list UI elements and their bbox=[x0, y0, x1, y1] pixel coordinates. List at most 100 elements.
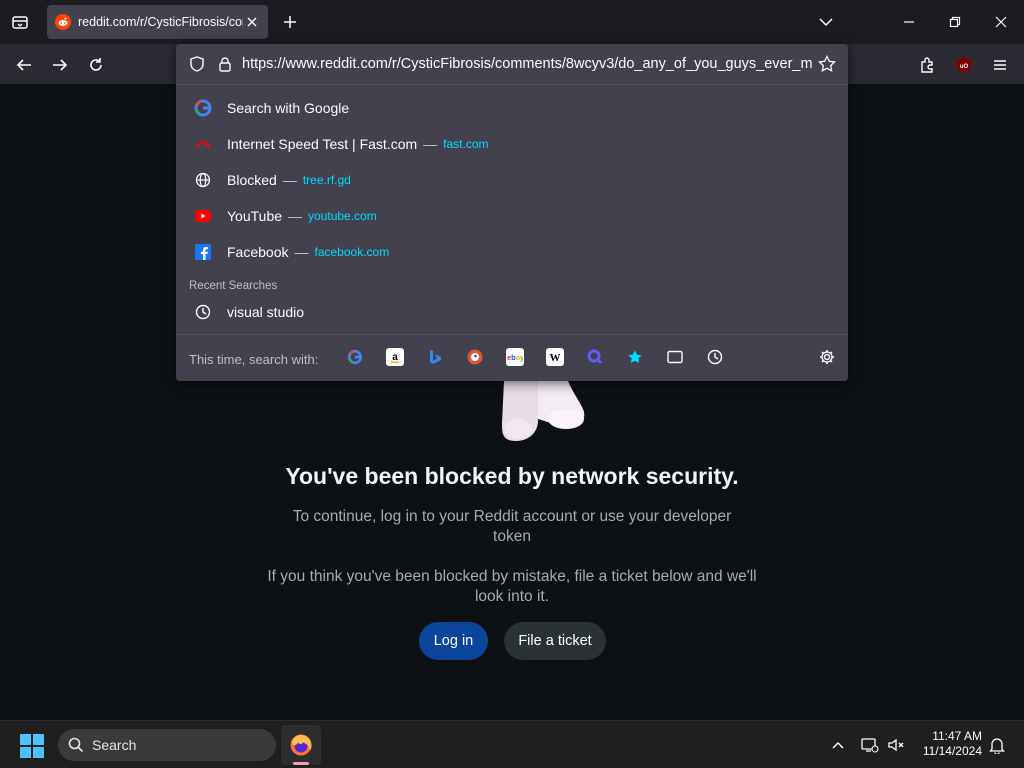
list-all-tabs-button[interactable] bbox=[816, 12, 836, 32]
forward-button[interactable] bbox=[49, 54, 71, 76]
qwant-search-icon[interactable] bbox=[586, 348, 604, 366]
search-settings-gear-icon[interactable] bbox=[818, 348, 836, 366]
svg-text:W: W bbox=[550, 352, 561, 364]
chevron-down-icon bbox=[819, 18, 833, 27]
firefox-taskbar-button[interactable] bbox=[281, 725, 321, 765]
bing-search-icon[interactable] bbox=[426, 348, 444, 366]
restore-icon bbox=[949, 16, 961, 28]
back-button[interactable] bbox=[13, 54, 35, 76]
file-ticket-button[interactable]: File a ticket bbox=[504, 622, 606, 660]
svg-text:ebay: ebay bbox=[507, 353, 523, 362]
one-off-search-label: This time, search with: bbox=[189, 352, 319, 367]
taskbar-search-box[interactable]: Search bbox=[58, 729, 276, 761]
google-search-icon[interactable] bbox=[346, 348, 364, 366]
search-icon bbox=[68, 737, 84, 753]
suggestion-fastcom[interactable]: Internet Speed Test | Fast.com — fast.co… bbox=[186, 127, 838, 161]
suggestion-title: YouTube bbox=[227, 208, 283, 224]
suggestion-label: Search with Google bbox=[227, 100, 350, 116]
show-hidden-icons-chevron-up-icon[interactable] bbox=[828, 735, 848, 755]
extensions-button[interactable] bbox=[917, 54, 939, 76]
reload-icon bbox=[90, 58, 102, 71]
wikipedia-search-icon[interactable]: W bbox=[546, 348, 564, 366]
tab-bar: reddit.com/r/CysticFibrosis/cor bbox=[0, 0, 1024, 44]
recent-search-label: visual studio bbox=[227, 304, 305, 320]
bookmark-star-icon[interactable] bbox=[818, 55, 836, 73]
suggestion-blocked[interactable]: Blocked — tree.rf.gd bbox=[186, 163, 838, 197]
firefox-icon bbox=[290, 734, 312, 756]
youtube-icon bbox=[194, 207, 212, 225]
svg-text:uO: uO bbox=[960, 64, 969, 70]
address-input[interactable] bbox=[242, 55, 812, 73]
suggestion-title: Blocked bbox=[227, 172, 277, 188]
plus-icon bbox=[284, 16, 296, 28]
restore-button[interactable] bbox=[945, 12, 965, 32]
log-in-button[interactable]: Log in bbox=[419, 622, 488, 660]
new-tab-button[interactable] bbox=[280, 12, 300, 32]
suggestion-dash: — bbox=[294, 244, 309, 260]
bookmarks-search-icon[interactable] bbox=[626, 348, 644, 366]
history-search-icon[interactable] bbox=[706, 348, 724, 366]
fastcom-icon bbox=[194, 135, 212, 153]
suggestion-url: fast.com bbox=[443, 137, 489, 151]
history-icon bbox=[194, 303, 212, 321]
close-window-button[interactable] bbox=[991, 12, 1011, 32]
windows-start-icon[interactable] bbox=[20, 734, 44, 758]
tab-list-icon bbox=[12, 16, 28, 29]
suggestion-url: facebook.com bbox=[314, 245, 390, 259]
suggestion-title: Facebook bbox=[227, 244, 289, 260]
close-icon bbox=[995, 16, 1007, 28]
clock-time: 11:47 AM bbox=[932, 729, 982, 743]
active-app-indicator bbox=[293, 762, 309, 765]
reload-button[interactable] bbox=[85, 54, 107, 76]
menu-button[interactable] bbox=[989, 54, 1011, 76]
svg-text:a: a bbox=[392, 352, 398, 363]
puzzle-icon bbox=[921, 57, 933, 73]
globe-icon bbox=[194, 171, 212, 189]
notification-bell-icon[interactable] bbox=[987, 735, 1007, 755]
urlbar-dropdown: Search with Google Internet Speed Test |… bbox=[176, 44, 848, 381]
lock-icon[interactable] bbox=[216, 55, 234, 73]
google-icon bbox=[194, 99, 212, 117]
network-monitor-icon[interactable] bbox=[860, 735, 880, 755]
search-with-google-row[interactable]: Search with Google bbox=[186, 91, 838, 125]
suggestion-dash: — bbox=[288, 208, 303, 224]
page-title: You've been blocked by network security. bbox=[285, 463, 739, 489]
minimize-button[interactable] bbox=[899, 12, 919, 32]
hamburger-icon bbox=[994, 60, 1006, 70]
suggestion-dash: — bbox=[423, 136, 438, 152]
ublock-icon: uO bbox=[957, 57, 971, 73]
tab-title: reddit.com/r/CysticFibrosis/cor bbox=[78, 15, 243, 29]
tab-list-button[interactable] bbox=[8, 10, 32, 34]
recent-searches-heading: Recent Searches bbox=[189, 280, 278, 292]
minimize-icon bbox=[904, 21, 914, 23]
divider bbox=[176, 334, 848, 335]
suggestion-url: youtube.com bbox=[308, 209, 377, 223]
volume-muted-icon[interactable] bbox=[886, 735, 906, 755]
amazon-search-icon[interactable]: a bbox=[386, 348, 404, 366]
arrow-left-icon bbox=[16, 59, 31, 71]
ebay-search-icon[interactable]: ebay bbox=[506, 348, 524, 366]
suggestion-facebook[interactable]: Facebook — facebook.com bbox=[186, 235, 838, 269]
suggestion-title: Internet Speed Test | Fast.com bbox=[227, 136, 418, 152]
tracking-protection-icon[interactable] bbox=[188, 55, 206, 73]
divider bbox=[176, 84, 848, 85]
suggestion-youtube[interactable]: YouTube — youtube.com bbox=[186, 199, 838, 233]
login-instruction-text: To continue, log in to your Reddit accou… bbox=[292, 508, 732, 545]
clock-date: 11/14/2024 bbox=[922, 744, 982, 758]
taskbar-clock[interactable]: 11:47 AM 11/14/2024 bbox=[912, 729, 982, 759]
facebook-icon bbox=[194, 243, 212, 261]
ublock-origin-button[interactable]: uO bbox=[953, 54, 975, 76]
arrow-right-icon bbox=[53, 59, 68, 71]
suggestion-dash: — bbox=[282, 172, 297, 188]
tabs-search-icon[interactable] bbox=[666, 348, 684, 366]
suggestion-url: tree.rf.gd bbox=[302, 173, 351, 187]
ticket-instruction-text: If you think you've been blocked by mist… bbox=[267, 568, 757, 605]
reddit-mascot-image bbox=[502, 381, 585, 441]
tab-reddit[interactable]: reddit.com/r/CysticFibrosis/cor bbox=[47, 5, 268, 39]
close-tab-icon[interactable] bbox=[244, 14, 260, 30]
windows-taskbar: Search 11:47 AM 11/14/2024 bbox=[0, 720, 1024, 768]
taskbar-search-label: Search bbox=[92, 737, 137, 753]
duckduckgo-search-icon[interactable] bbox=[466, 348, 484, 366]
reddit-icon bbox=[55, 14, 71, 30]
recent-search-item[interactable]: visual studio bbox=[186, 295, 838, 329]
